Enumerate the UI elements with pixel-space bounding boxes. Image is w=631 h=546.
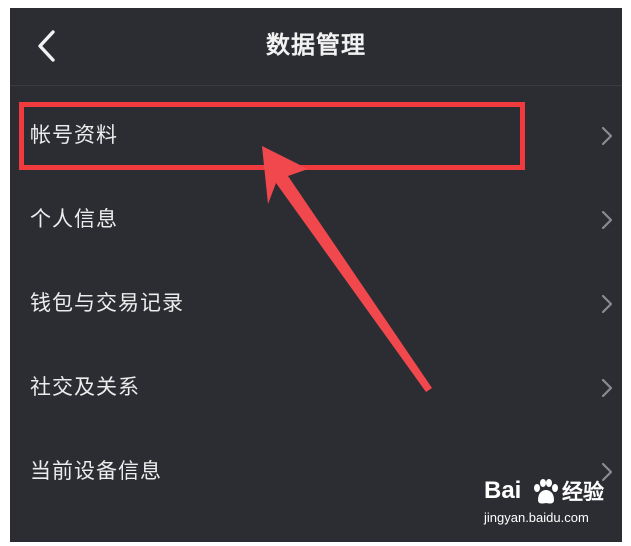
watermark-jingyan: 经验 bbox=[562, 481, 604, 504]
list-item-personal-info[interactable]: 个人信息 bbox=[10, 178, 622, 262]
list-item-label: 个人信息 bbox=[30, 207, 118, 231]
data-management-screen: 数据管理 帐号资料 个人信息 钱包与交易记录 社交及关系 当前设备信息 bbox=[10, 8, 622, 542]
page-title: 数据管理 bbox=[266, 31, 366, 59]
top-navigation-bar: 数据管理 bbox=[10, 8, 622, 86]
watermark-url: jingyan.baidu.com bbox=[484, 510, 589, 525]
list-item-social-relations[interactable]: 社交及关系 bbox=[10, 346, 622, 430]
list-item-label: 钱包与交易记录 bbox=[30, 291, 184, 315]
list-item-account-info[interactable]: 帐号资料 bbox=[10, 94, 622, 178]
chevron-right-icon bbox=[601, 294, 613, 314]
list-item-label: 帐号资料 bbox=[30, 123, 118, 147]
list-item-label: 当前设备信息 bbox=[30, 459, 162, 483]
chevron-right-icon bbox=[601, 126, 613, 146]
paw-logo-icon bbox=[534, 479, 558, 504]
chevron-right-icon bbox=[601, 378, 613, 398]
chevron-right-icon bbox=[601, 210, 613, 230]
watermark-brand: Bai bbox=[484, 477, 522, 504]
list-item-wallet-transactions[interactable]: 钱包与交易记录 bbox=[10, 262, 622, 346]
list-item-label: 社交及关系 bbox=[30, 375, 140, 399]
baidu-jingyan-watermark: Bai 经验 jingyan.baidu.com bbox=[464, 476, 624, 536]
